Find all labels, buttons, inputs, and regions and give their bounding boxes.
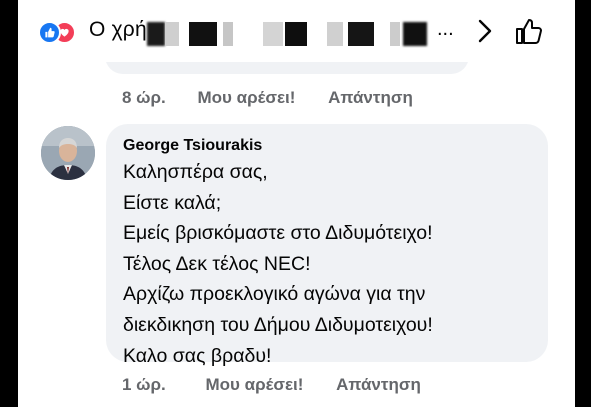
comment-line: Τέλος Δεκ τέλος NEC! xyxy=(123,252,311,275)
comment-author[interactable]: George Tsiourakis xyxy=(123,137,262,155)
reactions-bar[interactable]: Ο χρή ... xyxy=(18,0,575,62)
comment-bubble[interactable]: George Tsiourakis Καλησπέρα σας, Είστε κ… xyxy=(106,124,548,367)
comment-line: Είστε καλά; xyxy=(123,191,222,214)
comment-line: Καλησπέρα σας, xyxy=(123,161,268,183)
reaction-names-visible: Ο χρή xyxy=(89,18,147,41)
comment-reply-button[interactable]: Απάντηση xyxy=(336,375,421,395)
screen: Ο χρή ... 8 ώρ. Μου αρέσει! Απάντηση Geo… xyxy=(18,0,575,407)
chevron-right-icon[interactable] xyxy=(474,18,496,44)
comment-line: Εμείς βρισκόμαστε στο Διδυμότειχο! xyxy=(123,222,433,245)
comment-time: 1 ώρ. xyxy=(122,375,166,394)
previous-comment-actions: 8 ώρ. Μου αρέσει! Απάντηση xyxy=(122,88,413,108)
like-button-icon[interactable] xyxy=(514,16,544,46)
reaction-names: Ο χρή xyxy=(89,18,147,42)
previous-comment-like-button[interactable]: Μου αρέσει! xyxy=(198,88,296,108)
previous-comment-reply-button[interactable]: Απάντηση xyxy=(328,88,413,108)
previous-comment-time: 8 ώρ. xyxy=(122,88,166,107)
comment-actions: 1 ώρ. Μου αρέσει! Απάντηση xyxy=(122,375,421,395)
comment-text: Καλησπέρα σας, Είστε καλά; Εμείς βρισκόμ… xyxy=(123,157,433,371)
comment-like-button[interactable]: Μου αρέσει! xyxy=(206,375,304,395)
like-icon xyxy=(38,21,61,44)
names-ellipsis: ... xyxy=(437,18,454,40)
comment-line: διεκδικηση του Δήμου Διδυμοτειχου! xyxy=(123,313,433,336)
comment-line: Καλο σας βραδυ! xyxy=(123,344,272,367)
comment-line: Αρχίζω προεκλογικό αγώνα για την xyxy=(123,283,426,306)
avatar[interactable] xyxy=(41,126,95,180)
